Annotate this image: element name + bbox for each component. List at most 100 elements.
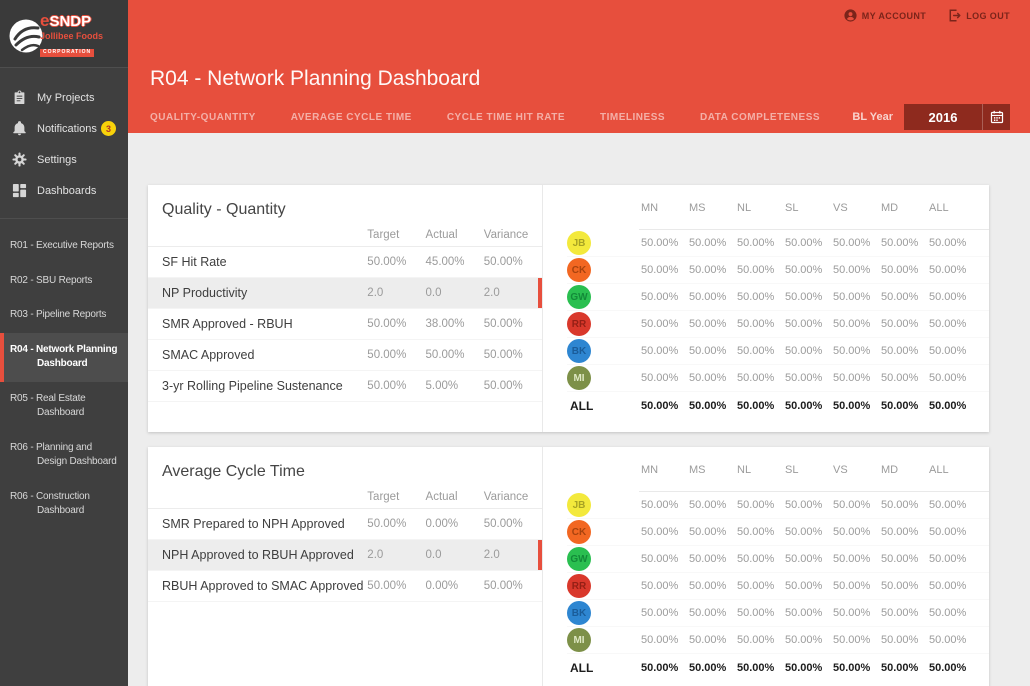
matrix-row-all: ALL 50.00% 50.00% 50.00% 50.00% 50.00% 50.00% 5… [567, 392, 989, 419]
metric-value: 50.00% [367, 349, 407, 361]
sidebar-item-r05-real-estate-dashboard[interactable]: R05 - Real Estate Dashboard [0, 382, 128, 431]
matrix-value: 50.00% [737, 237, 775, 249]
matrix-value: 50.00% [737, 345, 775, 357]
metric-value: 45.00% [425, 256, 465, 268]
tab-quality-quantity[interactable]: QUALITY-QUANTITY [150, 112, 256, 123]
matrix-value: 50.00% [833, 291, 871, 303]
my-account-button[interactable]: MY ACCOUNT [844, 8, 927, 23]
logo-subtitle: Jollibee Foods [40, 30, 104, 41]
matrix-value: 50.00% [785, 291, 823, 303]
matrix-value: 50.00% [785, 237, 823, 249]
sidebar-item-notifications[interactable]: Notifications 3 [0, 113, 128, 144]
avatar-cell: BK [567, 339, 641, 363]
matrix-value: 50.00% [641, 291, 679, 303]
matrix-value: 50.00% [785, 607, 823, 619]
metric-row-rbuh-approved-to-smac-approved[interactable]: RBUH Approved to SMAC Approved 50.00% 0.00… [148, 571, 542, 602]
matrix-value: 50.00% [833, 399, 871, 412]
sidebar-item-my-projects[interactable]: My Projects [0, 82, 128, 113]
metric-label: 3-yr Rolling Pipeline Sustenance [162, 379, 343, 393]
matrix-value: 50.00% [785, 264, 823, 276]
log-out-button[interactable]: LOG OUT [948, 8, 1010, 24]
matrix-total-label: ALL [570, 660, 594, 675]
avatar-cell: JB [567, 231, 641, 255]
metric-value: 50.00% [367, 380, 407, 392]
avatar-rr: RR [567, 574, 591, 598]
bl-year-picker[interactable]: 2016 [904, 104, 1010, 130]
avatar-rr: RR [567, 312, 591, 336]
matrix-row-rr: RR 50.00% 50.00% 50.00% 50.00% 50.00% 50.00% 50… [567, 573, 989, 600]
matrix-value: 50.00% [641, 607, 679, 619]
matrix-row-bk: BK 50.00% 50.00% 50.00% 50.00% 50.00% 50.00% 50… [567, 338, 989, 365]
matrix-value: 50.00% [881, 607, 919, 619]
column-header-target: Target [367, 228, 400, 241]
matrix-value: 50.00% [689, 553, 727, 565]
sidebar-item-r06-planning-and-design-dashboard[interactable]: R06 - Planning and Design Dashboard [0, 431, 128, 480]
matrix-value: 50.00% [737, 607, 775, 619]
tab-average-cycle-time[interactable]: AVERAGE CYCLE TIME [291, 112, 412, 123]
sidebar-item-r04-network-planning-dashboard[interactable]: R04 - Network Planning Dashboard [0, 332, 128, 382]
account-item-label: LOG OUT [966, 11, 1010, 21]
matrix-value: 50.00% [833, 318, 871, 330]
sidebar-item-r06-construction-dashboard[interactable]: R06 - Construction Dashboard [0, 480, 128, 529]
metric-row-smac-approved[interactable]: SMAC Approved 50.00% 50.00% 50.00% [148, 340, 542, 371]
metric-value: 2.0 [483, 287, 500, 299]
matrix-value: 50.00% [881, 634, 919, 646]
logo-corporation: CORPORATION [40, 49, 95, 57]
matrix-column-header-mn: MN [641, 201, 659, 214]
avatar-cell: JB [567, 493, 641, 517]
panel-matrix-average-cycle-time: MN MS NL SL VS MD ALL JB 50.00% 50.00% 50.00% 50.00… [543, 447, 989, 686]
matrix-column-header-vs: VS [833, 463, 848, 476]
metric-row-3-yr-rolling-pipeline-sustenance[interactable]: 3-yr Rolling Pipeline Sustenance 50.00% 5.… [148, 371, 542, 402]
matrix-column-header-all: ALL [929, 463, 949, 476]
appbar: MY ACCOUNT LOG OUT R04 - Network Planning… [128, 0, 1030, 133]
metric-value: 0.0 [425, 549, 442, 561]
matrix-value: 50.00% [929, 399, 967, 412]
report-item-label: R06 - Construction Dashboard [10, 490, 90, 517]
tab-data-completeness[interactable]: DATA COMPLETENESS [700, 112, 820, 123]
matrix-value: 50.00% [881, 661, 919, 674]
matrix-value: 50.00% [833, 526, 871, 538]
panel-title: Quality - Quantity [162, 201, 286, 218]
matrix-value: 50.00% [689, 237, 727, 249]
metric-label: SMAC Approved [162, 348, 255, 362]
matrix-value: 50.00% [641, 264, 679, 276]
matrix-value: 50.00% [737, 553, 775, 565]
matrix-value: 50.00% [641, 526, 679, 538]
tab-cycle-time-hit-rate[interactable]: CYCLE TIME HIT RATE [447, 112, 565, 123]
metric-row-smr-approved-rbuh[interactable]: SMR Approved - RBUH 50.00% 38.00% 50.00% [148, 309, 542, 340]
report-item-label: R03 - Pipeline Reports [10, 309, 107, 320]
metric-value: 50.00% [367, 580, 407, 592]
matrix-value: 50.00% [929, 291, 967, 303]
matrix-header-row: MN MS NL SL VS MD ALL [567, 447, 989, 492]
matrix-row-gw: GW 50.00% 50.00% 50.00% 50.00% 50.00% 50.00% 50… [567, 284, 989, 311]
sidebar-item-label: Dashboards [37, 184, 97, 197]
matrix-header-row: MN MS NL SL VS MD ALL [567, 185, 989, 230]
bl-year-value[interactable]: 2016 [904, 104, 982, 130]
matrix-value: 50.00% [833, 634, 871, 646]
notification-badge: 3 [101, 121, 116, 136]
matrix-value: 50.00% [929, 499, 967, 511]
sidebar-item-dashboards[interactable]: Dashboards [0, 175, 128, 206]
matrix-value: 50.00% [785, 399, 823, 412]
metric-row-np-productivity[interactable]: NP Productivity 2.0 0.0 2.0 [148, 278, 542, 309]
matrix-row-ck: CK 50.00% 50.00% 50.00% 50.00% 50.00% 50.00% 50… [567, 257, 989, 284]
metric-row-sf-hit-rate[interactable]: SF Hit Rate 50.00% 45.00% 50.00% [148, 247, 542, 278]
sidebar-item-settings[interactable]: Settings [0, 144, 128, 175]
metric-value: 50.00% [483, 518, 523, 530]
logout-icon [948, 8, 961, 24]
matrix-value: 50.00% [929, 372, 967, 384]
matrix-value: 50.00% [833, 580, 871, 592]
tab-timeliness[interactable]: TIMELINESS [600, 112, 665, 123]
sidebar-item-label: Notifications [37, 122, 97, 135]
calendar-icon[interactable] [982, 104, 1010, 130]
matrix-value: 50.00% [881, 345, 919, 357]
sidebar-item-r03-pipeline-reports[interactable]: R03 - Pipeline Reports [0, 298, 128, 333]
sidebar-item-r02-sbu-reports[interactable]: R02 - SBU Reports [0, 264, 128, 299]
metric-row-smr-prepared-to-nph-approved[interactable]: SMR Prepared to NPH Approved 50.00% 0.00% 5… [148, 509, 542, 540]
avatar-cell: GW [567, 285, 641, 309]
panel-matrix-quality-quantity: MN MS NL SL VS MD ALL JB 50.00% 50.00% 50.00% 50.00… [543, 185, 989, 432]
avatar-cell: RR [567, 312, 641, 336]
metric-row-nph-approved-to-rbuh-approved[interactable]: NPH Approved to RBUH Approved 2.0 0.0 2.0 [148, 540, 542, 571]
matrix-value: 50.00% [785, 318, 823, 330]
sidebar-item-r01-executive-reports[interactable]: R01 - Executive Reports [0, 229, 128, 264]
